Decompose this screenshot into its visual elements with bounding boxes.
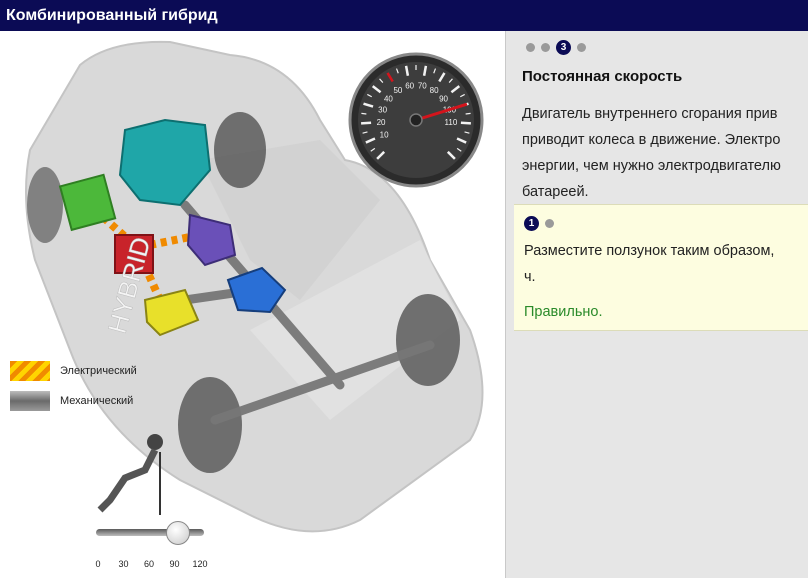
- step-dot-4[interactable]: [577, 43, 586, 52]
- description-line: энергии, чем нужно электродвигателю: [522, 158, 781, 174]
- simulation-stage: HYBRID 102030405060708090100110 Электрич…: [0, 31, 505, 578]
- result-box: Правильно.: [514, 296, 808, 331]
- speedometer-label: 30: [378, 106, 387, 115]
- task-line: Разместите ползунок таким образом,: [524, 243, 775, 259]
- window-title: Комбинированный гибрид: [0, 0, 808, 31]
- legend-mechanical-label: Механический: [60, 395, 134, 407]
- slider-tick-label: 30: [118, 559, 129, 569]
- speedometer-tick: [465, 112, 471, 115]
- slider-thumb[interactable]: [166, 521, 190, 545]
- legend-electric: Электрический: [10, 361, 137, 381]
- slider-tick-label: 60: [143, 559, 155, 569]
- speed-slider[interactable]: [96, 519, 204, 547]
- speedometer-label: 20: [377, 118, 386, 127]
- result-text: Правильно.: [524, 304, 603, 320]
- wheel-rear-right: [214, 112, 266, 188]
- section-description: Двигатель внутреннего сгорания прив прив…: [522, 101, 808, 205]
- description-line: приводит колеса в движение. Электро: [522, 132, 781, 148]
- wheel-front-right: [396, 294, 460, 386]
- task-line: ч.: [524, 269, 536, 285]
- task-step-2[interactable]: [545, 219, 554, 228]
- speedometer-tick: [422, 65, 428, 76]
- step-dot-2[interactable]: [541, 43, 550, 52]
- driver-leg: [97, 448, 159, 513]
- wheel-front-left: [178, 377, 242, 473]
- description-line: батареей.: [522, 184, 589, 200]
- speedometer-tick: [361, 121, 372, 125]
- wheel-rear-left: [27, 167, 63, 243]
- speedometer-label: 50: [393, 86, 402, 95]
- description-line: Двигатель внутреннего сгорания прив: [522, 106, 778, 122]
- speedometer-label: 70: [418, 82, 427, 91]
- speedometer-label: 60: [405, 82, 414, 91]
- slider-tick-label: 90: [169, 559, 180, 569]
- slider-tick-label: 120: [192, 559, 208, 569]
- speedometer-hub: [409, 113, 423, 127]
- speedometer-label: 80: [430, 86, 439, 95]
- speedometer-tick: [404, 65, 410, 76]
- slider-tick-label: 0: [95, 559, 101, 569]
- speedometer-label: 40: [384, 94, 393, 103]
- info-panel: 3 Постоянная скорость Двигатель внутренн…: [505, 31, 808, 578]
- speedometer-tick: [460, 121, 471, 125]
- mechanical-swatch: [10, 391, 50, 411]
- task-step-indicator: 1: [524, 216, 554, 231]
- step-dot-3[interactable]: 3: [556, 40, 571, 55]
- speedometer-tick: [361, 112, 367, 115]
- step-dot-1[interactable]: [526, 43, 535, 52]
- section-heading: Постоянная скорость: [522, 68, 683, 85]
- task-instruction: Разместите ползунок таким образом, ч.: [524, 238, 808, 290]
- legend-mechanical: Механический: [10, 391, 133, 411]
- speedometer: 102030405060708090100110: [348, 52, 484, 188]
- step-indicator: 3: [526, 40, 586, 55]
- speedometer-label: 10: [380, 130, 389, 139]
- speedometer-label: 90: [439, 94, 448, 103]
- task-step-1[interactable]: 1: [524, 216, 539, 231]
- task-box: 1 Разместите ползунок таким образом, ч.: [514, 204, 808, 297]
- legend-electric-label: Электрический: [60, 365, 137, 377]
- speedometer-label: 110: [445, 118, 458, 127]
- electric-swatch: [10, 361, 50, 381]
- driver-knee: [147, 434, 163, 450]
